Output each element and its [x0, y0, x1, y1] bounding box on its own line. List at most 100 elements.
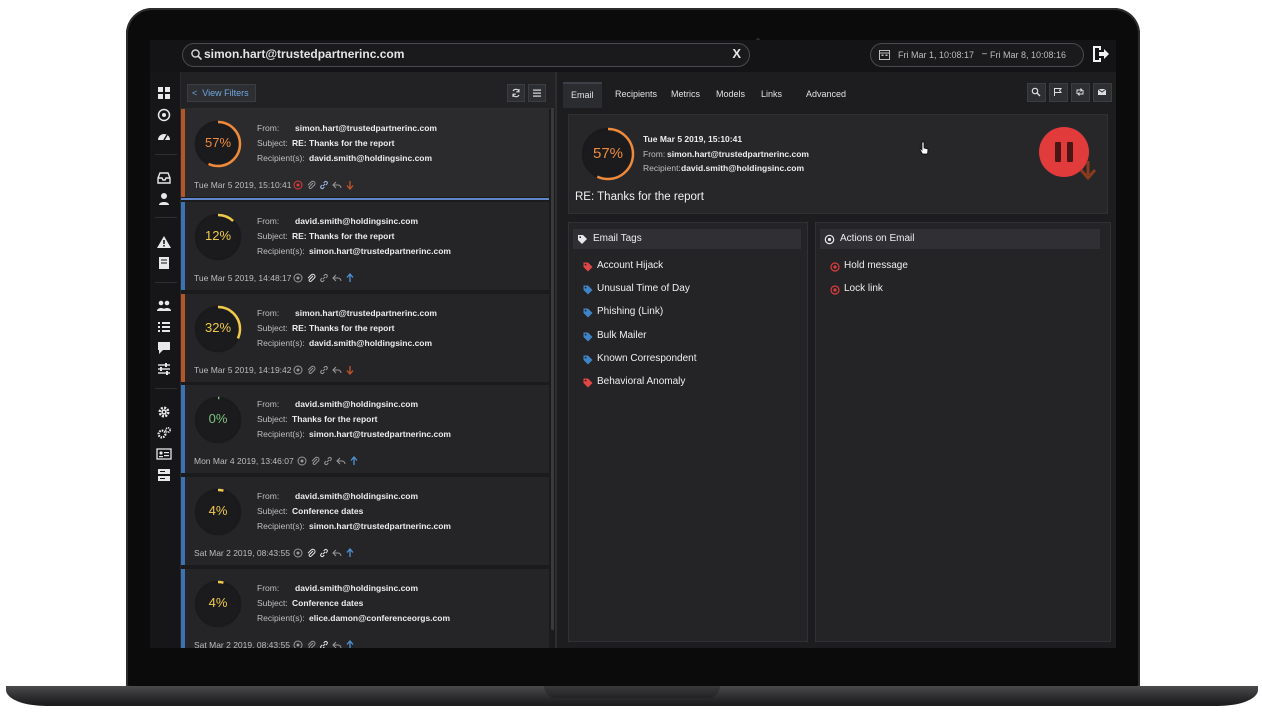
pause-icon-bar	[1067, 142, 1073, 162]
sliders-icon[interactable]	[156, 362, 172, 376]
timestamp: Tue Mar 5 2019, 14:48:17	[194, 273, 292, 283]
clip-icon[interactable]	[306, 548, 316, 558]
timestamp: Sat Mar 2 2019, 08:43:55	[194, 640, 290, 648]
tab-email[interactable]: Email	[563, 82, 602, 108]
logout-icon[interactable]	[1090, 44, 1110, 64]
tab-links[interactable]: Links	[753, 82, 790, 106]
hamburger-icon	[533, 89, 541, 97]
email-list-item[interactable]: 32% From: simon.hart@trustedpartnerinc.com…	[181, 294, 549, 382]
email-list-item[interactable]: 0% From: david.smith@holdingsinc.com Subjec…	[181, 385, 549, 473]
recipients-label: Recipient(s):	[257, 338, 305, 348]
tag-icon	[583, 378, 593, 388]
reply-icon[interactable]	[332, 365, 342, 375]
direction-arrow-icon	[1079, 161, 1097, 181]
tab-metrics[interactable]: Metrics	[663, 82, 708, 106]
refresh-button[interactable]	[507, 84, 525, 102]
target-icon[interactable]	[156, 108, 172, 122]
clip-icon[interactable]	[306, 640, 316, 648]
email-summary-card: 57% Tue Mar 5 2019, 15:10:41 From: simon…	[568, 114, 1108, 214]
clip-icon[interactable]	[310, 456, 320, 466]
date-range-picker[interactable]: Fri Mar 1, 10:08:17 – Fri Mar 8, 10:08:1…	[870, 43, 1084, 67]
flag-button[interactable]	[1049, 83, 1068, 102]
reply-icon[interactable]	[336, 456, 346, 466]
risk-score: 4%	[208, 595, 228, 610]
link-icon[interactable]	[319, 180, 329, 190]
action-label: Hold message	[844, 260, 908, 271]
from-value: simon.hart@trustedpartnerinc.com	[667, 149, 809, 159]
recipients-label: Recipient(s):	[257, 521, 305, 531]
tab-advanced[interactable]: Advanced	[798, 82, 854, 106]
link-icon[interactable]	[319, 365, 329, 375]
mail-button[interactable]	[1093, 83, 1112, 102]
target-icon[interactable]	[293, 640, 303, 648]
target-icon[interactable]	[293, 180, 303, 190]
dashboard-grid-icon[interactable]	[156, 86, 172, 100]
from-value: david.smith@holdingsinc.com	[295, 216, 419, 226]
laptop-notch	[544, 686, 720, 698]
subject-value: Conference dates	[292, 598, 364, 608]
date-to[interactable]: Fri Mar 8, 10:08:16	[990, 50, 1066, 60]
users-group-icon[interactable]	[156, 299, 172, 313]
reply-icon[interactable]	[332, 180, 342, 190]
mouse-cursor-icon	[919, 141, 929, 155]
recipients-label: Recipient(s):	[257, 429, 305, 439]
warning-icon[interactable]	[156, 235, 172, 249]
reply-icon[interactable]	[332, 548, 342, 558]
gears-icon[interactable]	[156, 426, 172, 440]
search-input[interactable]: simon.hart@trustedpartnerinc.com	[204, 47, 404, 61]
recipients-value: david.smith@holdingsinc.com	[309, 153, 433, 163]
target-icon[interactable]	[293, 548, 303, 558]
list-icon[interactable]	[156, 320, 172, 334]
list-scrollbar[interactable]	[551, 108, 554, 630]
chat-icon[interactable]	[156, 341, 172, 355]
email-list-item[interactable]: 4% From: david.smith@holdingsinc.com Subjec…	[181, 477, 549, 565]
email-list-panel: < View Filters 57% From: simon.hart@trusted…	[181, 72, 557, 648]
clear-search-button[interactable]: X	[732, 46, 741, 61]
rail-divider	[155, 154, 177, 155]
subject-label: Subject:	[257, 414, 288, 424]
user-icon[interactable]	[156, 192, 172, 206]
top-bar: simon.hart@trustedpartnerinc.com X Fri M…	[150, 40, 1116, 72]
subject-label: Subject:	[257, 323, 288, 333]
rail-divider	[155, 217, 177, 218]
from-label: From:	[257, 216, 280, 226]
arrow-up-icon	[350, 456, 358, 465]
actions-header: Actions on Email	[820, 229, 1100, 249]
date-from[interactable]: Fri Mar 1, 10:08:17	[898, 50, 974, 60]
gear-icon[interactable]	[156, 405, 172, 419]
menu-button[interactable]	[528, 84, 546, 102]
clip-icon[interactable]	[306, 273, 316, 283]
chevron-left-icon: <	[192, 88, 198, 98]
gauge-icon[interactable]	[156, 129, 172, 143]
book-icon[interactable]	[156, 256, 172, 270]
server-icon[interactable]	[156, 468, 172, 482]
tag-icon	[583, 262, 593, 272]
email-list-item[interactable]: 4% From: david.smith@holdingsinc.com Subjec…	[181, 569, 549, 648]
reply-icon[interactable]	[332, 640, 342, 648]
target-icon[interactable]	[293, 273, 303, 283]
retweet-button[interactable]	[1071, 83, 1090, 102]
link-icon[interactable]	[323, 456, 333, 466]
search-box[interactable]: simon.hart@trustedpartnerinc.com X	[182, 43, 750, 67]
tab-recipients[interactable]: Recipients	[607, 82, 665, 106]
risk-score: 32%	[204, 320, 232, 335]
subject-value: Conference dates	[292, 506, 364, 516]
email-list-header: < View Filters	[181, 72, 555, 109]
clip-icon[interactable]	[306, 365, 316, 375]
email-list-item[interactable]: 12% From: david.smith@holdingsinc.com Subje…	[181, 202, 549, 290]
link-icon[interactable]	[319, 640, 329, 648]
link-icon[interactable]	[319, 548, 329, 558]
reply-icon[interactable]	[332, 273, 342, 283]
target-icon[interactable]	[293, 365, 303, 375]
view-filters-button[interactable]: < View Filters	[187, 84, 256, 102]
recipients-label: Recipient(s):	[257, 153, 305, 163]
id-card-icon[interactable]	[156, 447, 172, 461]
inbox-icon[interactable]	[156, 171, 172, 185]
clip-icon[interactable]	[306, 180, 316, 190]
target-icon[interactable]	[297, 456, 307, 466]
link-icon[interactable]	[319, 273, 329, 283]
tab-models[interactable]: Models	[708, 82, 753, 106]
email-list-item[interactable]: 57% From: simon.hart@trustedpartnerinc.com…	[181, 109, 549, 197]
pause-icon	[1055, 142, 1061, 162]
search-button[interactable]	[1027, 83, 1046, 102]
